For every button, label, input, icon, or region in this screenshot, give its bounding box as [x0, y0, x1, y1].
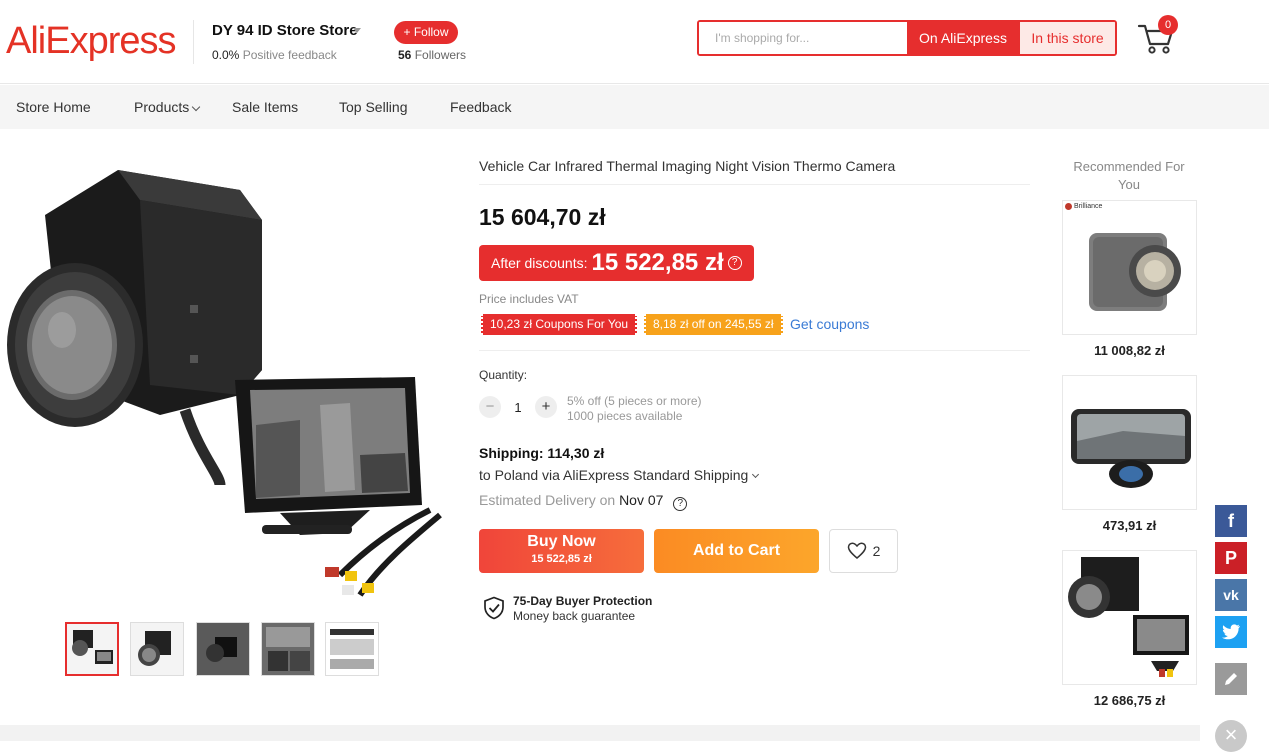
product-price: 15 604,70 zł: [479, 204, 606, 230]
store-nav: Store Home Products Sale Items Top Selli…: [0, 85, 1269, 129]
shipping-method: to Poland via AliExpress Standard Shippi…: [479, 467, 749, 483]
recommended-item-1[interactable]: Brilliance: [1062, 200, 1197, 335]
twitter-icon[interactable]: [1215, 616, 1247, 648]
search-bar: On AliExpress In this store: [697, 20, 1117, 56]
help-icon[interactable]: ?: [727, 256, 742, 270]
recommended-price-1[interactable]: 11 008,82 zł: [1062, 343, 1197, 358]
follow-button[interactable]: + Follow: [394, 21, 458, 44]
heart-icon: [847, 542, 866, 559]
followers-number: 56: [398, 48, 412, 62]
get-coupons-link[interactable]: Get coupons: [790, 316, 869, 332]
product-title: Vehicle Car Infrared Thermal Imaging Nig…: [479, 158, 896, 174]
thumbnail-image: [72, 630, 113, 664]
shipping-cost: Shipping: 114,30 zł: [479, 445, 605, 461]
buy-now-button[interactable]: Buy Now 15 522,85 zł: [479, 529, 644, 573]
store-dropdown-caret-icon[interactable]: [353, 28, 361, 33]
nav-products[interactable]: Products: [134, 99, 201, 115]
recommended-item-3[interactable]: [1062, 550, 1197, 685]
search-on-aliexpress-button[interactable]: On AliExpress: [907, 22, 1019, 54]
search-input[interactable]: [699, 22, 907, 54]
help-icon[interactable]: ?: [673, 497, 688, 511]
quantity-value[interactable]: 1: [511, 400, 525, 415]
followers-label: Followers: [414, 48, 467, 62]
nav-products-label: Products: [134, 99, 190, 115]
feedback-label: Positive feedback: [242, 48, 337, 62]
twitter-bird-shape: [1222, 624, 1240, 640]
followers-count: 56 Followers: [398, 48, 466, 62]
delivery-label: Estimated Delivery on: [479, 492, 616, 508]
thumbnail-image: [262, 623, 314, 675]
store-feedback: 0.0% Positive feedback: [212, 48, 337, 62]
wishlist-count: 2: [872, 543, 881, 559]
discount-label: After discounts:: [491, 255, 588, 271]
recommended-price-3[interactable]: 12 686,75 zł: [1062, 693, 1197, 708]
store-name[interactable]: DY 94 ID Store Store: [212, 22, 358, 39]
vat-note: Price includes VAT: [479, 292, 579, 306]
recommended-image: [1089, 233, 1181, 311]
cart-count-badge: 0: [1158, 15, 1178, 35]
discount-price-badge: After discounts: 15 522,85 zł ?: [479, 245, 754, 281]
shield-check-icon: [484, 596, 504, 620]
divider: [479, 184, 1030, 185]
thumbnail-image: [138, 631, 171, 666]
divider: [479, 350, 1030, 351]
footer-band: [0, 725, 1200, 741]
buyer-protection-title: 75-Day Buyer Protection: [513, 594, 653, 608]
coupon-store-discount[interactable]: 8,18 zł off on 245,55 zł: [644, 314, 783, 335]
thumbnail-5[interactable]: [325, 622, 379, 676]
thumbnail-4[interactable]: [261, 622, 315, 676]
quantity-note: 5% off (5 pieces or more) 1000 pieces av…: [567, 394, 702, 424]
thumbnail-2[interactable]: [130, 622, 184, 676]
coupon-for-you[interactable]: 10,23 zł Coupons For You: [481, 314, 638, 335]
thumbnail-1[interactable]: [65, 622, 119, 676]
chevron-down-icon: [192, 102, 201, 112]
facebook-icon[interactable]: f: [1215, 505, 1247, 537]
recommended-image: [1068, 557, 1189, 677]
thumbnail-3[interactable]: [196, 622, 250, 676]
nav-feedback[interactable]: Feedback: [450, 99, 511, 115]
add-to-cart-button[interactable]: Add to Cart: [654, 529, 819, 573]
pencil-shape: [1225, 673, 1237, 685]
recommended-price-2[interactable]: 473,91 zł: [1062, 518, 1197, 533]
buy-now-price: 15 522,85 zł: [531, 553, 592, 565]
store-header: AliExpress DY 94 ID Store Store 0.0% Pos…: [0, 0, 1269, 84]
pinterest-icon[interactable]: P: [1215, 542, 1247, 574]
quantity-label: Quantity:: [479, 368, 528, 382]
estimated-delivery: Estimated Delivery on Nov 07 ?: [479, 492, 688, 511]
buyer-protection-subtitle: Money back guarantee: [513, 609, 636, 623]
nav-store-home[interactable]: Store Home: [16, 99, 91, 115]
search-in-store-button[interactable]: In this store: [1019, 22, 1115, 54]
chevron-down-icon: [752, 470, 760, 479]
thumbnail-image: [197, 623, 249, 675]
wishlist-button[interactable]: 2: [829, 529, 898, 573]
quantity-discount-note: 5% off (5 pieces or more): [567, 394, 702, 408]
thumbnail-image: [326, 623, 378, 675]
vk-icon[interactable]: vk: [1215, 579, 1247, 611]
aliexpress-logo[interactable]: AliExpress: [6, 20, 176, 63]
brand-logo-icon: [1065, 203, 1072, 210]
product-main-image[interactable]: [0, 155, 450, 610]
header-divider: [193, 20, 194, 64]
quantity-decrease-button[interactable]: −: [479, 396, 501, 418]
delivery-date: Nov 07: [619, 492, 664, 508]
quantity-increase-button[interactable]: +: [535, 396, 557, 418]
nav-top-selling[interactable]: Top Selling: [339, 99, 408, 115]
recommended-title: Recommended For You: [1073, 159, 1185, 192]
nav-sale-items[interactable]: Sale Items: [232, 99, 298, 115]
edit-icon[interactable]: [1215, 663, 1247, 695]
brand-name: Brilliance: [1074, 203, 1103, 210]
close-icon[interactable]: ×: [1215, 720, 1247, 752]
shipping-method-selector[interactable]: to Poland via AliExpress Standard Shippi…: [479, 467, 760, 483]
feedback-value: 0.0%: [212, 48, 240, 62]
recommended-item-2[interactable]: [1062, 375, 1197, 510]
buy-now-label: Buy Now: [527, 533, 596, 550]
recommended-image: [1071, 409, 1191, 488]
quantity-available: 1000 pieces available: [567, 409, 683, 423]
discount-price: 15 522,85 zł: [591, 249, 724, 276]
brand-tag: Brilliance: [1065, 203, 1102, 210]
